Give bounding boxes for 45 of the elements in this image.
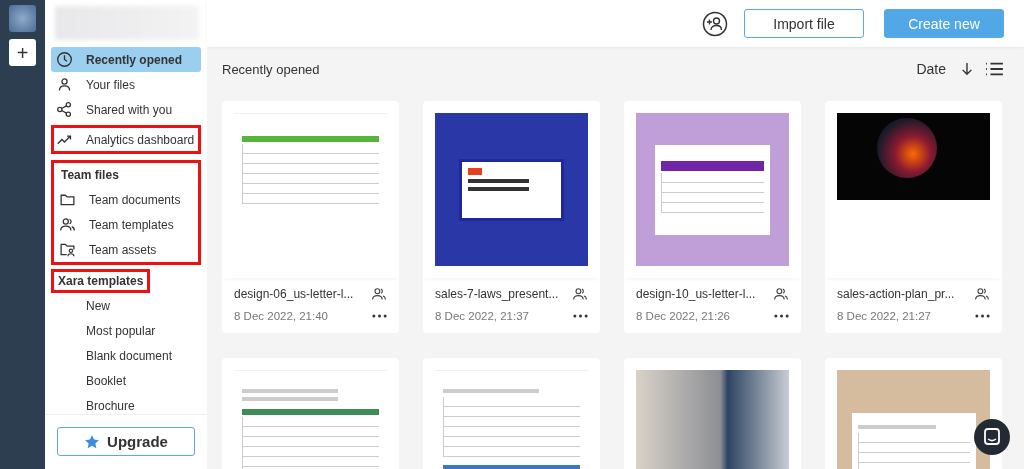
sidebar-item[interactable]: New [51, 293, 201, 318]
sidebar-item[interactable]: Analytics dashboard [51, 125, 201, 154]
sidebar-item[interactable]: Team templates [54, 212, 198, 237]
file-card[interactable]: sales-7-laws_present... 8 Dec 2022, 21:37 [423, 101, 600, 333]
sidebar-item[interactable]: Team assets [54, 237, 198, 262]
file-date: 8 Dec 2022, 21:27 [837, 310, 931, 322]
file-name: design-06_us-letter-l... [234, 287, 354, 301]
sidebar-item[interactable]: Recently opened [51, 47, 201, 72]
file-date: 8 Dec 2022, 21:40 [234, 310, 328, 322]
more-icon[interactable] [975, 314, 990, 318]
more-icon[interactable] [774, 314, 789, 318]
more-icon[interactable] [573, 314, 588, 318]
file-name: sales-7-laws_present... [435, 287, 559, 301]
file-name: sales-action-plan_pr... [837, 287, 955, 301]
upgrade-button[interactable]: Upgrade [57, 427, 195, 456]
sort-arrow-icon[interactable] [960, 60, 974, 78]
section-title: Team files [60, 167, 120, 184]
more-icon[interactable] [372, 314, 387, 318]
person-icon [56, 76, 73, 93]
sidebar-item[interactable]: Your files [51, 72, 201, 97]
sidebar-item[interactable]: Blank document [51, 343, 201, 368]
clock-icon [56, 51, 73, 68]
folder-person-icon [59, 241, 76, 258]
section-title: Xara templates [51, 269, 151, 293]
file-date: 8 Dec 2022, 21:37 [435, 310, 529, 322]
sort-dropdown[interactable]: Date [916, 61, 946, 77]
sidebar-item[interactable]: Team documents [54, 187, 198, 212]
file-date: 8 Dec 2022, 21:26 [636, 310, 730, 322]
import-button[interactable]: Import file [744, 9, 864, 38]
people-icon [59, 216, 76, 233]
file-card[interactable]: design-06_us-letter-l... 8 Dec 2022, 21:40 [222, 101, 399, 333]
sidebar-item[interactable]: Brochure [51, 393, 201, 414]
page-title: Recently opened [222, 61, 321, 77]
share-icon [56, 101, 73, 118]
list-view-icon[interactable] [984, 61, 1004, 77]
add-button[interactable]: + [9, 39, 36, 66]
sidebar-item[interactable]: Booklet [51, 368, 201, 393]
add-person-icon[interactable] [702, 10, 728, 37]
file-name: design-10_us-letter-l... [636, 287, 756, 301]
star-icon [84, 433, 101, 450]
sidebar-item[interactable]: Shared with you [51, 97, 201, 122]
sidebar-item[interactable]: Most popular [51, 318, 201, 343]
file-card[interactable]: design-10_us-letter-l... 8 Dec 2022, 21:26 [624, 101, 801, 333]
chat-icon[interactable] [974, 419, 1010, 455]
file-card[interactable]: sales-action-plan_pr... 8 Dec 2022, 21:27 [825, 101, 1002, 333]
